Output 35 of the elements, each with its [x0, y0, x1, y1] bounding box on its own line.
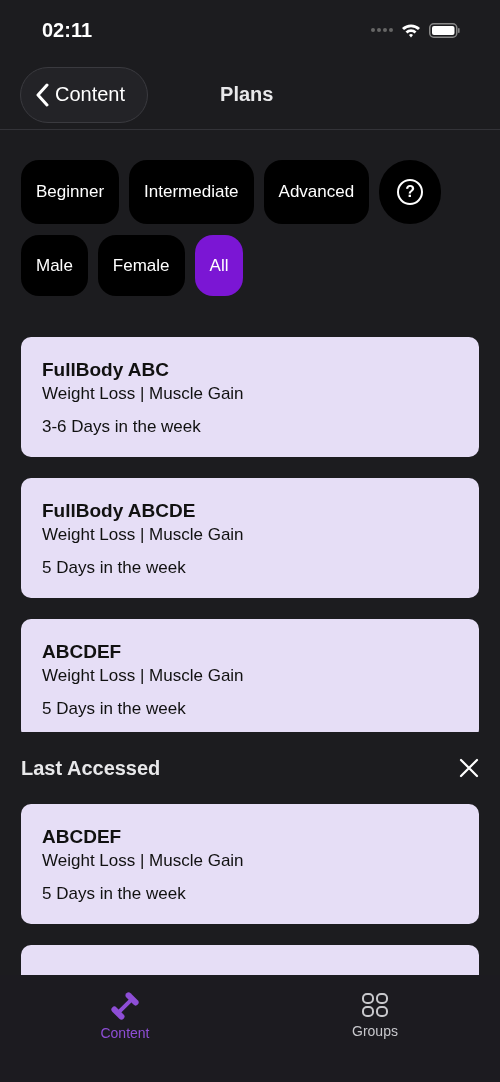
chevron-left-icon	[35, 82, 49, 107]
plan-days: 3-6 Days in the week	[42, 417, 458, 437]
plan-goals: Weight Loss | Muscle Gain	[42, 851, 245, 871]
close-button[interactable]	[459, 758, 479, 778]
page-title: Plans	[220, 83, 274, 106]
back-button[interactable]: Content	[20, 66, 149, 123]
plan-card[interactable]: ABCDEF Weight Loss | Muscle Gain 5 Days in the week	[21, 804, 479, 924]
section-title: Last Accessed	[21, 756, 161, 780]
filter-chip[interactable]: Advanced	[263, 160, 370, 224]
status-time: 02:11	[42, 18, 93, 42]
plan-days: 5 Days in the week	[42, 558, 458, 578]
plan-goals: Weight Loss | Muscle Gain	[42, 666, 245, 686]
plan-title: ABCDEF	[42, 826, 123, 848]
plan-goals: Weight Loss | Muscle Gain	[42, 384, 245, 404]
grid-icon	[361, 991, 389, 1019]
filter-chip[interactable]: Beginner	[21, 160, 120, 224]
plan-days: 5 Days in the week	[42, 699, 458, 719]
plan-card[interactable]: FullBody ABC Weight Loss | Muscle Gain 3-6 Days in the week	[21, 337, 479, 457]
tab-bar-item[interactable]: Groups	[250, 975, 500, 1082]
dumbbell-icon	[110, 991, 140, 1021]
help-button[interactable]: ?	[379, 160, 442, 224]
plan-days: 5 Days in the week	[42, 884, 458, 904]
plan-title: ABCDEF	[42, 641, 123, 663]
plan-title: FullBody ABC	[42, 359, 170, 381]
wifi-icon	[401, 22, 421, 38]
plan-card[interactable]: FullBody ABCDE Weight Loss | Muscle Gain 5 Days in the week	[21, 478, 479, 598]
filter-chip[interactable]: Male	[21, 235, 88, 296]
filter-chip[interactable]: All	[194, 235, 244, 296]
plan-goals: Weight Loss | Muscle Gain	[42, 525, 245, 545]
battery-icon	[429, 22, 460, 38]
filter-chip[interactable]: Intermediate	[129, 160, 254, 224]
plan-card[interactable]: ABCDEF Weight Loss | Muscle Gain 5 Days in the week	[21, 619, 479, 732]
filter-chip[interactable]: Female	[97, 235, 185, 296]
plan-title: FullBody ABCDE	[42, 500, 197, 522]
signal-icon	[371, 28, 393, 32]
